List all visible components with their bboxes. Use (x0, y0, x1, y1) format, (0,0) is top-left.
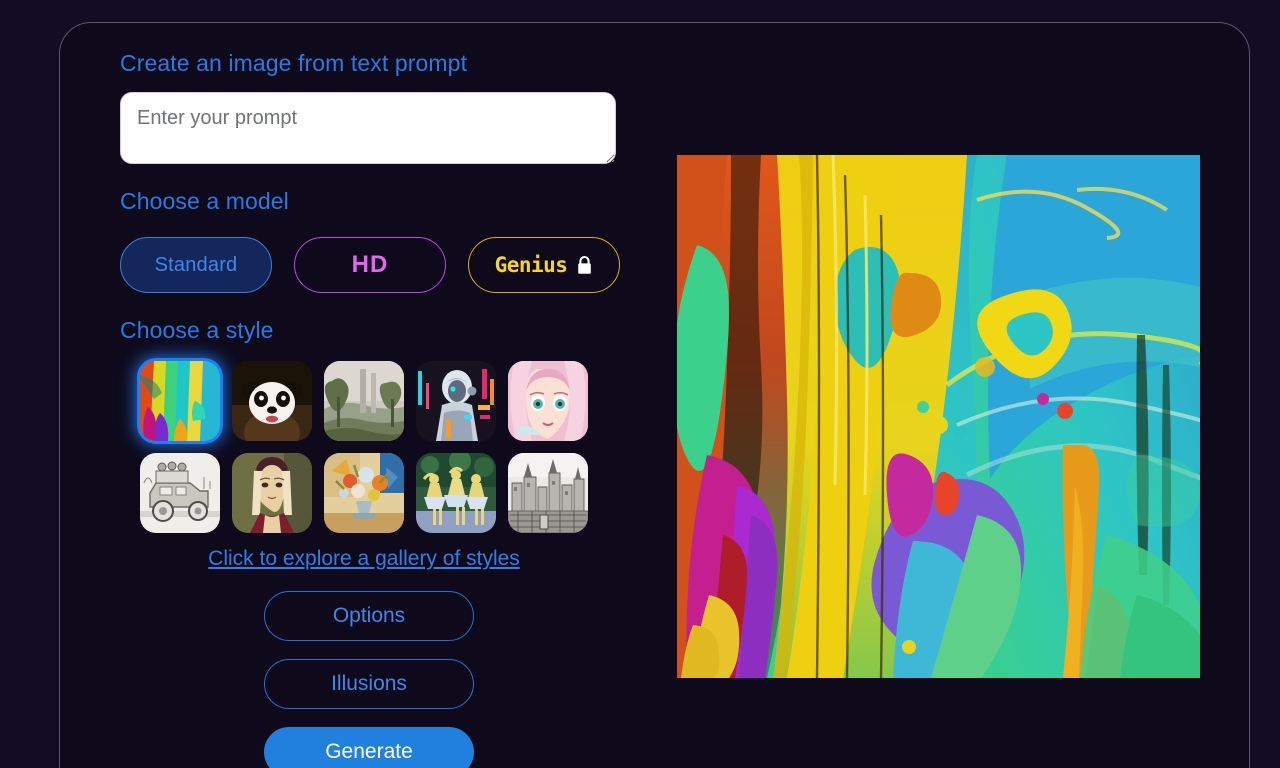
illusions-button[interactable]: Illusions (264, 658, 474, 709)
lock-icon (576, 255, 593, 275)
style-thumb-anime-portrait[interactable] (508, 360, 588, 441)
model-selector: Standard HD Genius (120, 237, 620, 294)
page-title: Create an image from text prompt (120, 50, 468, 76)
generator-controls: Create an image from text prompt Choose … (120, 50, 620, 768)
style-thumb-cubist-flower-vase[interactable] (324, 452, 404, 533)
style-thumb-abstract-fluid-art[interactable] (140, 360, 220, 441)
model-option-genius-label: Genius (494, 253, 568, 278)
model-option-hd-label: HD (351, 251, 389, 279)
generate-button[interactable]: Generate (264, 726, 474, 768)
style-thumb-cyberpunk-robot[interactable] (416, 360, 496, 441)
style-thumb-misty-landscape[interactable] (324, 360, 404, 441)
model-option-standard[interactable]: Standard (120, 237, 272, 294)
prompt-input[interactable] (120, 91, 616, 164)
model-option-standard-label: Standard (154, 253, 238, 276)
action-buttons: Options Illusions Generate (264, 590, 474, 768)
options-button[interactable]: Options (264, 590, 474, 641)
choose-model-heading: Choose a model (120, 187, 289, 214)
style-thumb-renaissance-portrait[interactable] (232, 452, 312, 533)
style-thumb-impressionist-ballet[interactable] (416, 452, 496, 533)
style-grid (140, 360, 588, 533)
model-option-genius[interactable]: Genius (468, 237, 620, 294)
model-option-hd[interactable]: HD (294, 237, 446, 294)
app-root: Create an image from text prompt Choose … (0, 0, 1280, 768)
style-thumb-ink-city-sketch[interactable] (508, 452, 588, 533)
choose-style-heading: Choose a style (120, 317, 274, 344)
gallery-link[interactable]: Click to explore a gallery of styles (120, 547, 608, 571)
style-thumb-pencil-sketch-car[interactable] (140, 452, 220, 533)
generated-image[interactable] (677, 155, 1200, 678)
style-thumb-panda-3d-render[interactable] (232, 360, 312, 441)
